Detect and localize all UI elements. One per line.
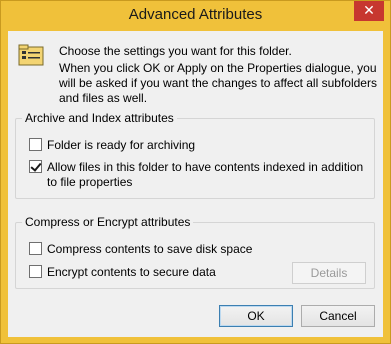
title-bar[interactable]: Advanced Attributes ✕: [1, 1, 390, 31]
dialog-body: Choose the settings you want for this fo…: [8, 31, 383, 337]
encrypt-label: Encrypt contents to secure data: [47, 265, 216, 279]
dialog-window: Advanced Attributes ✕ Choose the setting…: [0, 0, 391, 344]
archive-label: Folder is ready for archiving: [47, 138, 196, 152]
index-label: Allow files in this folder to have conte…: [47, 160, 364, 189]
dialog-title: Advanced Attributes: [128, 6, 263, 23]
intro-description: When you click OK or Apply on the Proper…: [59, 61, 377, 105]
intro-text: Choose the settings you want for this fo…: [59, 44, 292, 58]
details-button[interactable]: Details: [292, 262, 366, 284]
ok-button[interactable]: OK: [219, 305, 293, 327]
close-icon: ✕: [363, 3, 375, 19]
compress-label: Compress contents to save disk space: [47, 242, 253, 256]
archive-checkbox[interactable]: [29, 138, 42, 151]
encrypt-checkbox-row[interactable]: Encrypt contents to secure data: [29, 265, 269, 280]
index-checkbox[interactable]: [29, 160, 42, 173]
archive-checkbox-row[interactable]: Folder is ready for archiving: [29, 138, 369, 153]
compress-checkbox-row[interactable]: Compress contents to save disk space: [29, 242, 329, 257]
archive-index-legend: Archive and Index attributes: [25, 111, 174, 125]
close-button[interactable]: ✕: [354, 1, 384, 21]
encrypt-checkbox[interactable]: [29, 265, 42, 278]
compress-encrypt-legend: Compress or Encrypt attributes: [25, 215, 191, 229]
compress-checkbox[interactable]: [29, 242, 42, 255]
cancel-button[interactable]: Cancel: [301, 305, 375, 327]
folder-attributes-icon: [18, 44, 44, 66]
index-checkbox-row[interactable]: Allow files in this folder to have conte…: [29, 160, 375, 190]
